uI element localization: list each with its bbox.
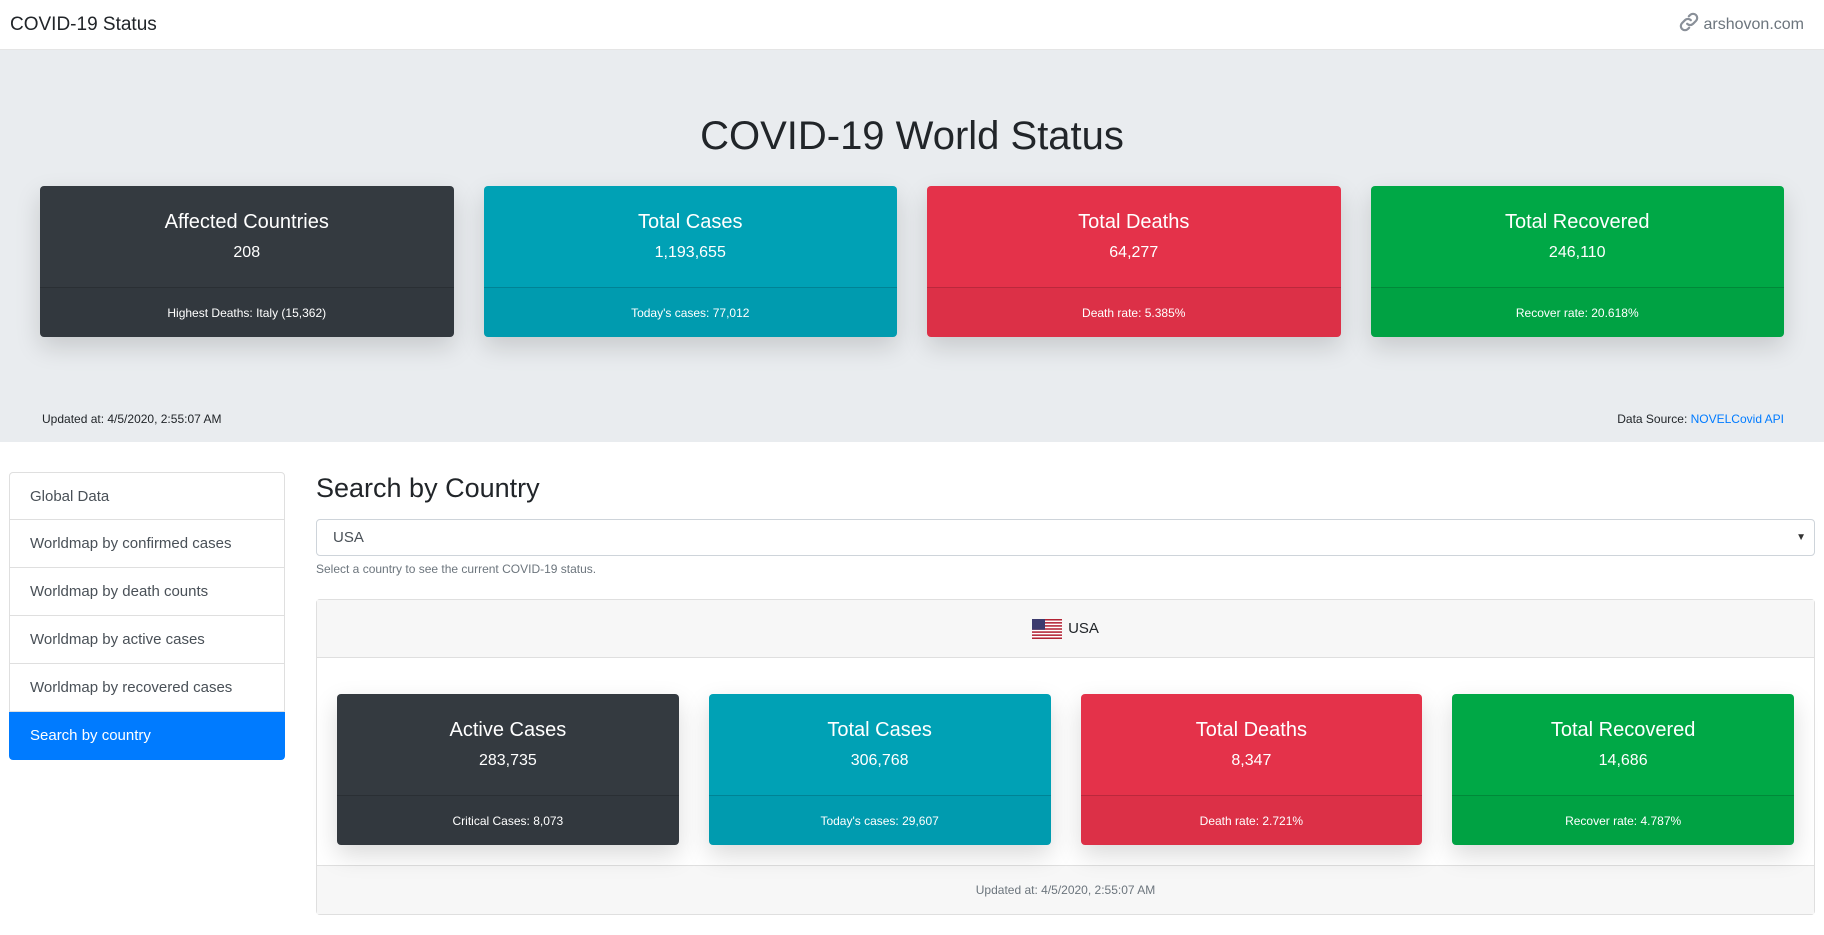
card-title: Total Recovered [1550, 719, 1696, 742]
country-updated-at: Updated at: 4/5/2020, 2:55:07 AM [317, 865, 1814, 915]
card-title: Total Deaths [1195, 719, 1307, 742]
country-status-card: USA Active Cases 283,735 Critical Cases:… [316, 599, 1815, 916]
card-footer: Highest Deaths: Italy (15,362) [40, 287, 454, 337]
country-cards: Active Cases 283,735 Critical Cases: 8,0… [337, 694, 1794, 846]
total-cases-card: Total Cases 1,193,655 Today's cases: 77,… [483, 186, 897, 337]
total-recovered-card: Total Recovered 246,110 Recover rate: 20… [1370, 186, 1784, 337]
sidebar-item-worldmap-deaths[interactable]: Worldmap by death counts [9, 568, 285, 616]
card-title: Active Cases [449, 719, 567, 742]
card-footer: Today's cases: 29,607 [708, 795, 1051, 845]
country-select-value: USA [333, 529, 364, 547]
data-source-label: Data Source: [1617, 412, 1691, 426]
country-total-recovered-card: Total Recovered 14,686 Recover rate: 4.7… [1452, 694, 1794, 846]
card-value: 64,277 [1109, 244, 1159, 261]
search-content: Search by Country USA ▼ Select a country… [316, 472, 1815, 916]
country-name: USA [1068, 620, 1099, 638]
card-value: 208 [233, 244, 261, 261]
country-total-deaths-card: Total Deaths 8,347 Death rate: 2.721% [1080, 694, 1423, 846]
link-icon [1678, 11, 1700, 38]
card-footer: Today's cases: 77,012 [483, 287, 897, 337]
country-select-help: Select a country to see the current COVI… [316, 562, 597, 577]
card-value: 1,193,655 [654, 244, 726, 261]
us-flag-icon [1032, 618, 1063, 639]
sidebar-item-worldmap-active[interactable]: Worldmap by active cases [9, 616, 285, 664]
card-title: Total Cases [638, 211, 743, 233]
sidebar-nav: Global Data Worldmap by confirmed cases … [9, 472, 285, 915]
card-title: Total Cases [827, 719, 932, 742]
total-deaths-card: Total Deaths 64,277 Death rate: 5.385% [927, 186, 1341, 337]
chevron-down-icon: ▼ [1796, 532, 1806, 544]
card-title: Affected Countries [164, 211, 329, 233]
world-meta: Updated at: 4/5/2020, 2:55:07 AM Data So… [42, 412, 1784, 426]
card-value: 246,110 [1548, 244, 1606, 261]
active-cases-card: Active Cases 283,735 Critical Cases: 8,0… [337, 694, 679, 846]
card-footer: Death rate: 2.721% [1080, 795, 1423, 845]
affected-countries-card: Affected Countries 208 Highest Deaths: I… [40, 186, 454, 337]
sidebar-item-worldmap-recovered[interactable]: Worldmap by recovered cases [9, 664, 285, 712]
novelcovid-api-link[interactable]: NOVELCovid API [1691, 412, 1784, 426]
world-updated-at: Updated at: 4/5/2020, 2:55:07 AM [42, 412, 222, 426]
country-select[interactable]: USA ▼ [316, 519, 1815, 557]
search-title: Search by Country [316, 473, 540, 503]
sidebar-item-worldmap-confirmed[interactable]: Worldmap by confirmed cases [9, 520, 285, 568]
card-footer: Death rate: 5.385% [927, 287, 1341, 337]
country-total-cases-card: Total Cases 306,768 Today's cases: 29,60… [708, 694, 1051, 846]
card-footer: Recover rate: 20.618% [1370, 287, 1784, 337]
world-status-jumbotron: COVID-19 World Status Affected Countries… [0, 50, 1824, 442]
world-cards: Affected Countries 208 Highest Deaths: I… [0, 186, 1824, 337]
sidebar-item-search-by-country[interactable]: Search by country [9, 712, 285, 760]
card-title: Total Recovered [1504, 211, 1650, 233]
card-footer: Recover rate: 4.787% [1452, 795, 1794, 845]
sidebar-item-global-data[interactable]: Global Data [9, 472, 285, 520]
country-header: USA [317, 600, 1814, 659]
card-footer: Critical Cases: 8,073 [337, 795, 679, 845]
main-area: Global Data Worldmap by confirmed cases … [0, 442, 1824, 916]
card-value: 306,768 [850, 752, 909, 770]
data-source: Data Source: NOVELCovid API [1617, 412, 1784, 426]
card-value: 14,686 [1598, 752, 1648, 770]
site-link-label: arshovon.com [1703, 15, 1805, 33]
top-navbar: COVID-19 Status arshovon.com [0, 0, 1824, 50]
card-value: 283,735 [478, 752, 537, 770]
card-value: 8,347 [1231, 752, 1272, 770]
site-link[interactable]: arshovon.com [1678, 11, 1805, 38]
world-status-title: COVID-19 World Status [700, 114, 1124, 158]
card-title: Total Deaths [1078, 211, 1190, 233]
brand-link[interactable]: COVID-19 Status [10, 14, 157, 36]
